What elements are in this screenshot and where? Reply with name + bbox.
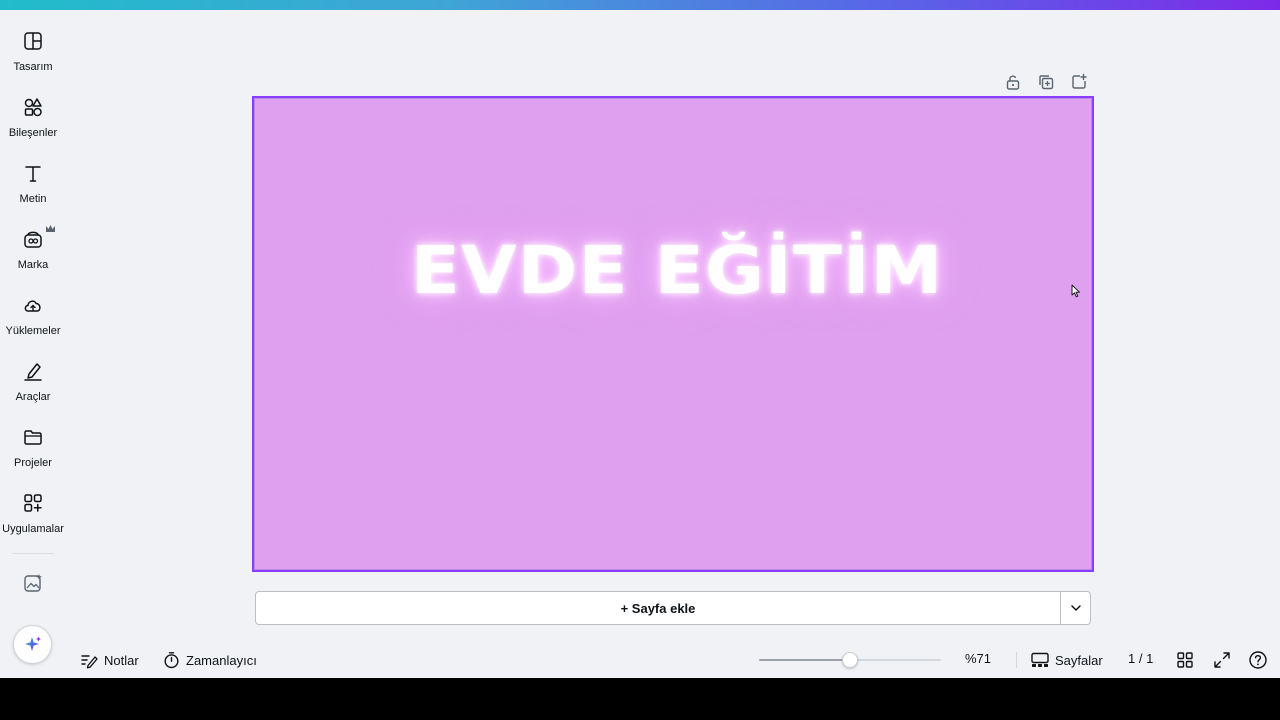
notes-icon xyxy=(81,655,98,669)
sidebar-item-tools[interactable]: Araçlar xyxy=(0,360,66,418)
crown-icon xyxy=(46,225,55,232)
apps-grid-icon xyxy=(24,494,42,512)
sidebar-item-projects[interactable]: Projeler xyxy=(0,426,66,484)
pages-icon xyxy=(1031,652,1049,667)
grid-view-icon[interactable] xyxy=(1175,650,1195,670)
sidebar-divider xyxy=(12,553,54,554)
design-canvas-page[interactable]: EVDE EĞİTİM xyxy=(252,96,1094,572)
sidebar-item-label: Marka xyxy=(17,259,49,271)
sidebar-item-uploads[interactable]: Yüklemeler xyxy=(0,294,66,352)
sidebar-item-label: Yüklemeler xyxy=(5,325,61,337)
pen-tool-icon xyxy=(24,363,42,381)
unlock-icon[interactable] xyxy=(1004,73,1022,91)
timer-label: Zamanlayıcı xyxy=(186,652,257,668)
sidebar-item-label: Bileşenler xyxy=(8,127,58,139)
headline-text[interactable]: EVDE EĞİTİM xyxy=(274,231,1080,308)
sidebar-item-design[interactable]: Tasarım xyxy=(0,30,66,88)
page-counter: 1 / 1 xyxy=(1128,651,1154,666)
sidebar: Tasarım Bileşenler Metin Marka Yüklemele… xyxy=(0,10,66,678)
divider xyxy=(1016,652,1017,668)
sidebar-item-apps[interactable]: Uygulamalar xyxy=(0,492,66,550)
sidebar-item-label: Projeler xyxy=(14,457,52,469)
timer-button[interactable]: Zamanlayıcı xyxy=(163,650,257,670)
sidebar-item-label: Tasarım xyxy=(13,61,53,73)
sidebar-item-label: Uygulamalar xyxy=(2,523,64,535)
notes-label: Notlar xyxy=(104,652,139,668)
add-page-dropdown-button[interactable] xyxy=(1060,591,1091,625)
pages-button[interactable]: Sayfalar xyxy=(1031,650,1103,670)
zoom-value[interactable]: %71 xyxy=(965,651,991,666)
cloud-upload-icon xyxy=(24,300,41,312)
add-page-button[interactable]: + Sayfa ekle xyxy=(255,591,1061,625)
brand-icon xyxy=(24,231,42,248)
folder-icon xyxy=(24,430,42,445)
page-toolbar xyxy=(1000,73,1096,93)
top-bar xyxy=(0,0,1280,10)
editor-window: Tasarım Bileşenler Metin Marka Yüklemele… xyxy=(0,0,1280,678)
notes-button[interactable]: Notlar xyxy=(80,650,139,670)
sidebar-item-label: Metin xyxy=(19,193,47,205)
fullscreen-icon[interactable] xyxy=(1212,650,1232,670)
help-icon[interactable] xyxy=(1248,650,1268,670)
layout-icon xyxy=(24,32,42,50)
add-page-icon[interactable] xyxy=(1070,73,1088,91)
zoom-slider-fill xyxy=(759,659,850,661)
sidebar-item-label: Araçlar xyxy=(15,391,51,403)
shapes-icon xyxy=(24,98,42,117)
zoom-slider-handle[interactable] xyxy=(842,652,858,668)
zoom-slider[interactable] xyxy=(759,652,941,668)
bottom-bar: Notlar Zamanlayıcı %71 Sayfalar 1 / 1 xyxy=(0,642,1280,676)
magic-image-icon xyxy=(24,574,42,592)
sidebar-item-text[interactable]: Metin xyxy=(0,162,66,220)
text-icon xyxy=(25,166,41,182)
mouse-cursor-icon xyxy=(1071,284,1080,298)
sidebar-item-magic-media[interactable] xyxy=(0,572,66,602)
duplicate-page-icon[interactable] xyxy=(1037,73,1055,91)
sidebar-item-brand[interactable]: Marka xyxy=(0,225,66,286)
chevron-down-icon xyxy=(1070,605,1081,611)
pages-label: Sayfalar xyxy=(1055,652,1103,668)
sidebar-item-elements[interactable]: Bileşenler xyxy=(0,96,66,154)
timer-icon xyxy=(164,652,179,669)
